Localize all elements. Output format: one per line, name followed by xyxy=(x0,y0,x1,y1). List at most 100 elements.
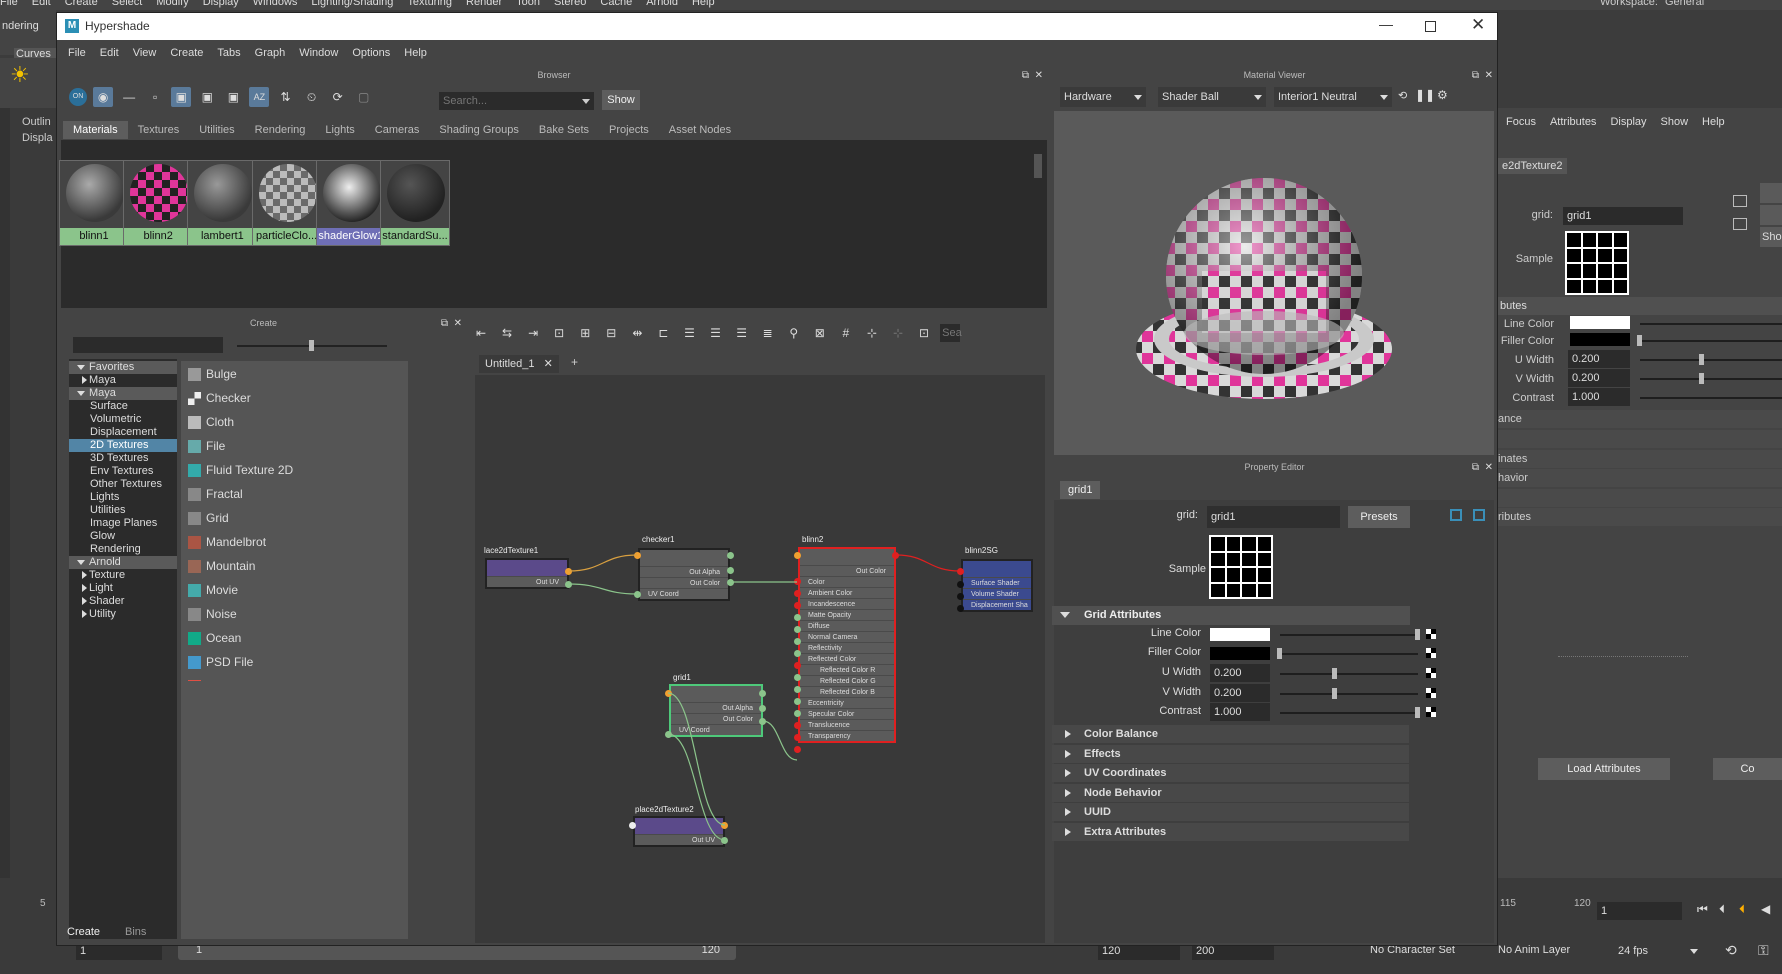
tab-bake-sets[interactable]: Bake Sets xyxy=(529,121,599,139)
pe-node-tab[interactable]: grid1 xyxy=(1060,481,1101,499)
current-frame-field[interactable]: 1 xyxy=(1597,902,1682,920)
ae-grid-field[interactable]: grid1 xyxy=(1563,207,1683,225)
io-conn-icon[interactable]: ⇆ xyxy=(497,323,517,343)
pe-contrast-slider[interactable] xyxy=(1280,707,1420,718)
mv-render-area[interactable] xyxy=(1054,111,1494,455)
menu-help[interactable]: Help xyxy=(404,47,427,59)
browser-scrollbar[interactable] xyxy=(1033,140,1043,308)
ae-section-ibutes[interactable]: ributes xyxy=(1498,508,1782,526)
ae-contrast-slider[interactable] xyxy=(1640,397,1782,399)
close-icon[interactable]: ✕ xyxy=(1471,15,1485,35)
step-key-back-icon[interactable]: ⏴ xyxy=(1739,902,1745,917)
frame-all-icon[interactable]: ⊡ xyxy=(549,323,569,343)
texture-item-psd-file[interactable]: PSD File xyxy=(181,650,408,674)
place1-uv-port[interactable] xyxy=(565,581,572,588)
sort-time-icon[interactable]: ⏲ xyxy=(302,87,322,107)
graph-layout-icon[interactable]: ⊟ xyxy=(601,323,621,343)
float-icon[interactable]: ⧉ xyxy=(1022,68,1029,84)
display-label[interactable]: Displa xyxy=(22,132,53,144)
maya-menu-toon[interactable]: Toon xyxy=(516,0,540,8)
material-swatch[interactable]: shaderGlow1 xyxy=(315,160,386,246)
blinn-out-color[interactable]: Out Color xyxy=(800,565,894,576)
tab-textures[interactable]: Textures xyxy=(128,121,190,139)
find-icon[interactable]: ⚲ xyxy=(784,323,804,343)
blinn-attr-reflected-color-r[interactable]: Reflected Color R xyxy=(800,664,894,675)
texture-item-movie[interactable]: Movie xyxy=(181,578,408,602)
tree-displacement[interactable]: Displacement xyxy=(69,426,177,439)
workspace-value[interactable]: General xyxy=(1665,0,1704,8)
place2-out-uv[interactable]: Out UV xyxy=(635,834,723,845)
tree-env-textures[interactable]: Env Textures xyxy=(69,465,177,478)
texture-item-cloth[interactable]: Cloth xyxy=(181,410,408,434)
pe-copy-tab-icon[interactable] xyxy=(1450,509,1462,521)
ae-menu-help[interactable]: Help xyxy=(1702,116,1725,128)
blinn-attr-reflectivity[interactable]: Reflectivity xyxy=(800,642,894,653)
ae-side-button-2[interactable] xyxy=(1760,205,1782,225)
graph-add-tab[interactable]: + xyxy=(571,355,578,369)
pe-u-width-slider[interactable] xyxy=(1280,668,1418,679)
snap-grid-icon[interactable]: ⊹ xyxy=(862,323,882,343)
blinn-attr-port[interactable] xyxy=(794,686,801,693)
mv-refresh-icon[interactable]: ⟲ xyxy=(1398,89,1407,102)
ae-filler-color-swatch[interactable] xyxy=(1570,333,1630,346)
ae-icon-b[interactable] xyxy=(1733,218,1747,230)
play-back-icon[interactable]: ◀ xyxy=(1761,902,1770,916)
toggle-on-icon[interactable]: ON xyxy=(69,88,87,106)
graph-snap-icon[interactable]: ⊏ xyxy=(653,323,673,343)
section-color-balance[interactable]: Color Balance xyxy=(1052,725,1409,743)
full-mode-icon[interactable]: ☰ xyxy=(732,323,752,343)
menu-file[interactable]: File xyxy=(68,47,86,59)
sg-attr-volume-shader[interactable]: Volume Shader xyxy=(963,588,1031,599)
graph-tab-close-icon[interactable]: ✕ xyxy=(544,358,553,370)
blinn-in-port[interactable] xyxy=(794,552,801,559)
shelf-tab-rendering[interactable]: ndering xyxy=(2,20,39,32)
tree-utilities[interactable]: Utilities xyxy=(69,504,177,517)
texture-item-fluid-texture-2d[interactable]: Fluid Texture 2D xyxy=(181,458,408,482)
tab-cameras[interactable]: Cameras xyxy=(365,121,430,139)
pe-line-color-slider[interactable] xyxy=(1280,629,1420,640)
section-uuid[interactable]: UUID xyxy=(1052,803,1409,821)
pe-u-width-field[interactable]: 0.200 xyxy=(1210,664,1270,682)
ae-contrast-field[interactable]: 1.000 xyxy=(1568,388,1630,406)
pe-contrast-field[interactable]: 1.000 xyxy=(1210,703,1270,721)
tree-volumetric[interactable]: Volumetric xyxy=(69,413,177,426)
tab-shading-groups[interactable]: Shading Groups xyxy=(429,121,529,139)
medium-swatch-icon[interactable]: ▣ xyxy=(171,87,192,107)
pe-grid-field[interactable]: grid1 xyxy=(1207,506,1340,528)
create-zoom-slider[interactable] xyxy=(237,340,387,351)
node-checker1[interactable]: Out Alpha Out Color UV Coord xyxy=(638,548,730,601)
create-close-icon[interactable]: ✕ xyxy=(454,316,462,332)
geometry-dropdown[interactable]: Shader Ball xyxy=(1158,87,1266,107)
first-frame-icon[interactable]: ⏮ xyxy=(1697,902,1708,917)
blinn-attr-port[interactable] xyxy=(794,710,801,717)
view-icons-icon[interactable]: ◉ xyxy=(93,87,114,107)
material-swatch[interactable]: blinn2 xyxy=(123,160,194,246)
pe-filler-color-slider[interactable] xyxy=(1277,648,1418,659)
filter-icon[interactable]: ▢ xyxy=(354,87,374,107)
pe-line-color-map-icon[interactable] xyxy=(1426,629,1436,639)
ae-icon-a[interactable] xyxy=(1733,195,1747,207)
maximize-icon[interactable] xyxy=(1425,21,1436,32)
blinn-attr-port[interactable] xyxy=(794,662,801,669)
tab-create[interactable]: Create xyxy=(67,926,105,938)
blinn-attr-reflected-color[interactable]: Reflected Color xyxy=(800,653,894,664)
blinn-attr-port[interactable] xyxy=(794,602,801,609)
minimize-icon[interactable]: — xyxy=(1379,16,1393,32)
maya-menu-render[interactable]: Render xyxy=(466,0,502,8)
pe-v-width-map-icon[interactable] xyxy=(1426,688,1436,698)
xl-swatch-icon[interactable]: ▣ xyxy=(223,87,243,107)
menu-view[interactable]: View xyxy=(133,47,157,59)
menu-graph[interactable]: Graph xyxy=(255,47,286,59)
graph-search-stub[interactable]: Sea xyxy=(940,324,962,342)
pe-close-icon[interactable]: ✕ xyxy=(1485,460,1493,476)
maya-menu-cache[interactable]: Cache xyxy=(600,0,632,8)
swatch-toggle-icon[interactable]: ⊠ xyxy=(810,323,830,343)
grid-alpha-port[interactable] xyxy=(759,705,766,712)
checker-out-color[interactable]: Out Color xyxy=(640,577,728,588)
mv-settings-icon[interactable]: ⚙ xyxy=(1437,88,1448,102)
sun-icon[interactable]: ☀ xyxy=(10,62,30,88)
window-titlebar[interactable]: M Hypershade — ✕ xyxy=(57,13,1497,40)
outliner-label[interactable]: Outlin xyxy=(22,116,51,128)
section-uv-coordinates[interactable]: UV Coordinates xyxy=(1052,764,1409,782)
load-attributes-button[interactable]: Load Attributes xyxy=(1538,758,1670,780)
